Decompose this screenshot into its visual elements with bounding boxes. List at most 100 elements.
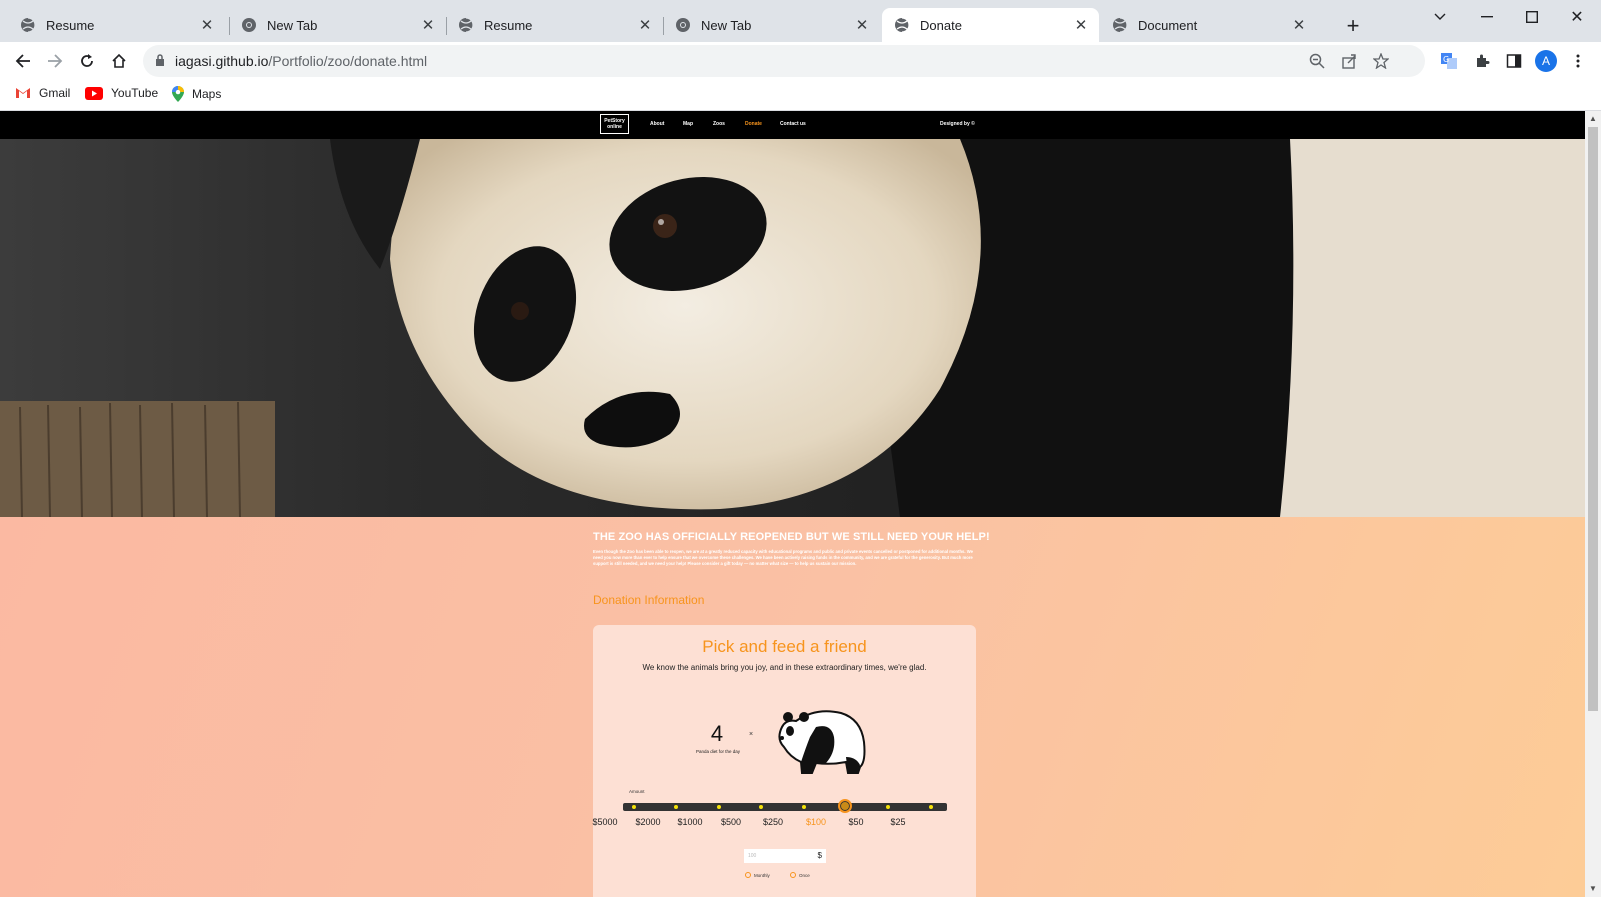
globe-icon (894, 17, 910, 33)
panda-count: 4 (710, 721, 724, 746)
scroll-thumb[interactable] (1588, 127, 1598, 711)
close-icon[interactable]: ✕ (1289, 15, 1309, 35)
designed-by: Designed by © (940, 121, 975, 127)
maps-icon (172, 86, 184, 102)
close-icon[interactable]: ✕ (1071, 15, 1091, 35)
site-header: PetStory online About Map Zoos Donate Co… (0, 111, 1585, 139)
scroll-up-icon[interactable]: ▲ (1588, 114, 1598, 123)
home-button[interactable] (105, 47, 133, 75)
globe-icon (1112, 17, 1128, 33)
amount-option[interactable]: $1000 (670, 817, 710, 827)
panda-photo (0, 139, 1585, 517)
close-window-button[interactable]: ✕ (1557, 4, 1597, 30)
close-icon[interactable]: ✕ (418, 15, 438, 35)
slider-stop[interactable] (929, 805, 933, 809)
new-tab-button[interactable]: + (1340, 13, 1366, 39)
side-panel-icon[interactable] (1502, 49, 1526, 73)
browser-toolbar: iagasi.github.io/Portfolio/zoo/donate.ht… (0, 42, 1601, 80)
bookmark-maps[interactable]: Maps (172, 86, 221, 102)
gmail-icon (15, 87, 31, 99)
amount-option[interactable]: $500 (711, 817, 751, 827)
radio-circle[interactable] (745, 872, 751, 878)
amount-input[interactable]: 100 $ (744, 849, 826, 863)
profile-avatar[interactable]: A (1535, 50, 1557, 72)
radio-once[interactable]: Once (790, 872, 810, 878)
nav-map[interactable]: Map (683, 121, 693, 127)
slider-stop[interactable] (802, 805, 806, 809)
slider-stop[interactable] (632, 805, 636, 809)
tab-new-tab-1[interactable]: New Tab ✕ (229, 8, 446, 42)
radio-monthly[interactable]: Monthly (745, 872, 770, 878)
scroll-down-icon[interactable]: ▼ (1588, 884, 1598, 893)
card-title: Pick and feed a friend (702, 637, 867, 656)
slider-handle[interactable] (838, 799, 852, 813)
lock-icon[interactable] (155, 54, 165, 72)
bookmarks-bar: Gmail YouTube Maps (0, 80, 1601, 111)
tab-label: New Tab (267, 17, 318, 33)
amount-option[interactable]: $5000 (585, 817, 625, 827)
donation-info-heading: Donation Information (593, 593, 705, 607)
currency-symbol: $ (817, 851, 822, 860)
menu-kebab-icon[interactable] (1566, 49, 1590, 73)
amount-option[interactable]: $50 (836, 817, 876, 827)
close-icon[interactable]: ✕ (197, 15, 217, 35)
forward-button[interactable] (41, 47, 69, 75)
bookmark-label: Gmail (39, 86, 71, 100)
nav-about[interactable]: About (650, 121, 664, 127)
tab-document[interactable]: Document ✕ (1100, 8, 1317, 42)
zoom-icon[interactable] (1307, 51, 1327, 71)
page-headline: THE ZOO HAS OFFICIALLY REOPENED BUT WE S… (593, 531, 990, 543)
radio-circle[interactable] (790, 872, 796, 878)
minimize-button[interactable] (1467, 4, 1507, 30)
bookmark-youtube[interactable]: YouTube (85, 86, 158, 100)
amount-option-selected[interactable]: $100 (796, 817, 836, 827)
bookmark-label: YouTube (111, 86, 159, 100)
bookmark-gmail[interactable]: Gmail (15, 86, 70, 100)
amount-option[interactable]: $250 (753, 817, 793, 827)
svg-text:G: G (1443, 55, 1449, 64)
bookmark-star-icon[interactable] (1371, 51, 1391, 71)
slider-stop[interactable] (759, 805, 763, 809)
amount-slider[interactable] (623, 799, 947, 813)
tab-label: Resume (484, 17, 533, 33)
globe-icon (20, 17, 36, 33)
close-icon[interactable]: ✕ (635, 15, 655, 35)
tab-strip: Resume ✕ New Tab ✕ Resume ✕ New Tab ✕ Do… (0, 0, 1601, 42)
maximize-button[interactable] (1512, 4, 1552, 30)
translate-icon[interactable]: G (1437, 49, 1461, 73)
youtube-icon (85, 86, 103, 100)
back-button[interactable] (9, 47, 37, 75)
address-bar[interactable]: iagasi.github.io/Portfolio/zoo/donate.ht… (143, 45, 1425, 77)
panda-icon (776, 707, 866, 782)
radio-label: Once (799, 872, 810, 878)
slider-stop[interactable] (717, 805, 721, 809)
hero-panda-image (0, 139, 1585, 517)
card-subtitle: We know the animals bring you joy, and i… (642, 663, 927, 672)
tab-label: Donate (920, 17, 962, 33)
amount-option[interactable]: $2000 (628, 817, 668, 827)
share-icon[interactable] (1339, 51, 1359, 71)
count-label: Panda diet for the day (695, 749, 741, 754)
nav-zoos[interactable]: Zoos (713, 121, 725, 127)
reload-button[interactable] (73, 47, 101, 75)
amount-option[interactable]: $25 (878, 817, 918, 827)
tab-search-icon[interactable] (1420, 4, 1460, 30)
slider-stop[interactable] (886, 805, 890, 809)
tab-donate[interactable]: Donate ✕ (882, 8, 1099, 42)
nav-contact-us[interactable]: Contact us (780, 121, 806, 127)
extensions-icon[interactable] (1470, 49, 1494, 73)
tab-new-tab-2[interactable]: New Tab ✕ (663, 8, 880, 42)
chrome-icon (675, 17, 691, 33)
tab-resume-2[interactable]: Resume ✕ (446, 8, 663, 42)
nav-donate[interactable]: Donate (745, 121, 762, 127)
amount-input-placeholder: 100 (748, 853, 757, 859)
page-scrollbar[interactable]: ▲ ▼ (1585, 111, 1601, 897)
logo-line-2: online (607, 124, 622, 130)
slider-stop[interactable] (674, 805, 678, 809)
globe-icon (458, 17, 474, 33)
close-icon[interactable]: ✕ (852, 15, 872, 35)
page-viewport: PetStory online About Map Zoos Donate Co… (0, 111, 1585, 897)
tab-resume-1[interactable]: Resume ✕ (8, 8, 225, 42)
intro-paragraph: Even though the Zoo has been able to reo… (593, 549, 973, 566)
site-logo[interactable]: PetStory online (600, 114, 629, 134)
